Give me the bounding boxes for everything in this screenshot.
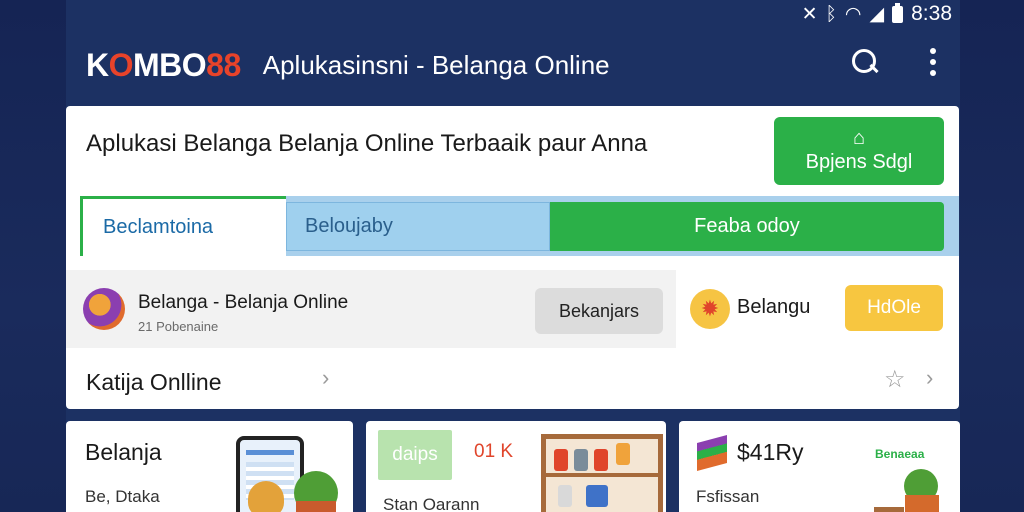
product-title: Belanja xyxy=(85,439,162,465)
mute-icon: ✕ xyxy=(801,3,818,25)
yellow-button[interactable]: HdOle xyxy=(845,285,943,331)
left-backdrop xyxy=(0,0,66,512)
battery-icon xyxy=(892,2,904,23)
planter-illustration xyxy=(905,495,939,512)
brand-logo[interactable]: KOMBO88 xyxy=(86,47,241,84)
product-card[interactable]: Belanja Be, Dtaka xyxy=(66,421,353,512)
product-price: 01 K xyxy=(474,441,514,462)
tab-1[interactable]: Beclamtoina xyxy=(80,196,286,256)
list-item-subtitle: 21 Pobenaine xyxy=(138,319,219,334)
more-options-icon[interactable] xyxy=(926,46,940,78)
product-card[interactable]: daips 01 K Stan Oarann xyxy=(366,421,666,512)
tab-2[interactable]: Beloujaby xyxy=(286,202,550,251)
crate-illustration xyxy=(874,507,904,512)
onion-illustration xyxy=(248,481,284,512)
chevron-right-icon[interactable]: › xyxy=(926,365,933,391)
app-bar-title: Aplukasinsni - Belanga Online xyxy=(262,49,610,80)
signal-icon: ◢ xyxy=(869,3,885,25)
side-label: Belangu xyxy=(737,296,811,318)
tab-bar: Beclamtoina Beloujaby Feaba odoy xyxy=(80,196,959,256)
product-chip: daips xyxy=(378,430,452,480)
product-subtitle: Stan Oarann xyxy=(383,495,480,512)
app-bar: KOMBO88 Aplukasinsni - Belanga Online xyxy=(66,30,960,100)
headline: Aplukasi Belanga Belanja Online Terbaaik… xyxy=(86,130,648,157)
product-subtitle: Fsfissan xyxy=(696,487,760,506)
status-bar: ✕ ᛒ ◠ ◢ 8:38 xyxy=(802,0,952,28)
product-card[interactable]: $41Ry Benaeaa Fsfissan xyxy=(679,421,960,512)
store-avatar xyxy=(83,288,125,330)
cta-button[interactable]: ⌂ Bpjens Sdgl xyxy=(774,117,944,185)
list-item-title: Belanga - Belanja Online xyxy=(138,292,349,313)
star-icon[interactable]: ☆ xyxy=(884,365,906,394)
chevron-right-icon[interactable]: › xyxy=(322,365,329,391)
sun-icon: ✹ xyxy=(690,289,730,329)
pot-illustration xyxy=(296,501,336,512)
right-backdrop xyxy=(960,0,1024,512)
bluetooth-icon: ᛒ xyxy=(825,3,837,25)
list-item[interactable]: Belanga - Belanja Online 21 Pobenaine Be… xyxy=(66,270,676,348)
section-title[interactable]: Katija Onlline xyxy=(86,369,222,396)
shelf-illustration xyxy=(541,434,663,512)
status-time: 8:38 xyxy=(911,2,952,25)
search-icon[interactable] xyxy=(850,47,880,77)
wifi-icon: ◠ xyxy=(844,3,862,25)
main-card: Aplukasi Belanga Belanja Online Terbaaik… xyxy=(66,106,959,409)
phone-screen: ✕ ᛒ ◠ ◢ 8:38 KOMBO88 Aplukasinsni - Bela… xyxy=(66,0,960,512)
cta-label: Bpjens Sdgl xyxy=(805,151,913,173)
cart-icon: ⌂ xyxy=(852,127,866,149)
tab-3[interactable]: Feaba odoy xyxy=(550,202,944,251)
product-subtitle: Be, Dtaka xyxy=(85,487,160,506)
product-tag: Benaeaa xyxy=(875,447,925,461)
list-item-button[interactable]: Bekanjars xyxy=(535,288,663,334)
books-icon xyxy=(697,434,727,472)
product-title: $41Ry xyxy=(737,439,804,465)
